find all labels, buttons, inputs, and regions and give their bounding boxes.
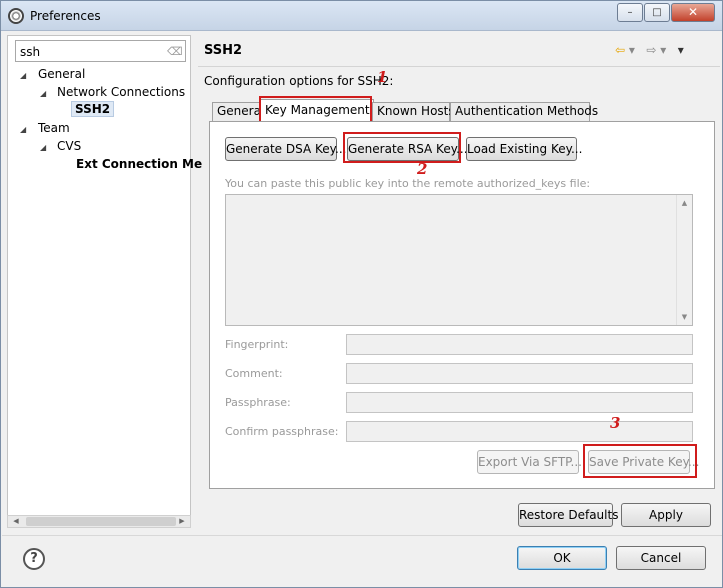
fingerprint-field[interactable] (346, 334, 693, 355)
expand-arrow-icon[interactable]: ◢ (20, 71, 26, 80)
key-management-panel: Generate DSA Key... Generate RSA Key... … (209, 121, 715, 489)
page-title: SSH2 (204, 43, 243, 58)
annotation-number-3: 3 (610, 414, 621, 432)
scroll-up-icon[interactable]: ▲ (677, 197, 692, 209)
close-button[interactable]: ✕ (671, 3, 715, 22)
tree-item-team[interactable]: Team (38, 121, 70, 135)
tree-item-general[interactable]: General (38, 67, 85, 81)
help-icon[interactable]: ? (23, 548, 45, 570)
public-key-textarea[interactable]: ▲ ▼ (225, 194, 693, 326)
forward-menu-icon[interactable]: ▾ (660, 43, 666, 57)
expand-arrow-icon[interactable]: ◢ (40, 89, 46, 98)
apply-button[interactable]: Apply (621, 503, 711, 527)
dialog-button-bar: ? OK Cancel (2, 535, 722, 587)
annotation-box-2 (343, 132, 461, 163)
preference-tree-pane: ssh ⌫ ◢ General ◢ Network Connections SS… (7, 35, 202, 527)
tree-item-ssh2[interactable]: SSH2 (71, 101, 115, 117)
tab-general[interactable]: General (212, 102, 264, 121)
forward-arrow-icon[interactable]: ⇨ (646, 43, 656, 57)
scrollbar-thumb[interactable] (26, 517, 176, 526)
tab-authentication-methods[interactable]: Authentication Methods (450, 102, 598, 121)
tree-item-network-connections[interactable]: Network Connections (57, 85, 185, 99)
generate-dsa-key-button[interactable]: Generate DSA Key... (225, 137, 346, 161)
title-separator (198, 66, 720, 67)
public-key-hint: You can paste this public key into the r… (225, 177, 591, 190)
filter-text: ssh (20, 45, 41, 59)
page-navigation: ⇦ ▾ ⇨ ▾ ▾ (615, 43, 684, 57)
comment-field[interactable] (346, 363, 693, 384)
restore-defaults-button[interactable]: Restore Defaults (518, 503, 618, 527)
scroll-down-icon[interactable]: ▼ (677, 311, 692, 323)
passphrase-label: Passphrase: (225, 396, 291, 409)
window-title: Preferences (30, 9, 101, 23)
scroll-left-icon[interactable]: ◀ (10, 516, 22, 527)
annotation-number-1: 1 (377, 68, 388, 86)
ok-button[interactable]: OK (517, 546, 607, 570)
maximize-button[interactable]: □ (644, 3, 670, 22)
filter-input[interactable]: ssh ⌫ (15, 40, 186, 62)
comment-label: Comment: (225, 367, 283, 380)
cancel-button[interactable]: Cancel (616, 546, 706, 570)
confirm-passphrase-field[interactable] (346, 421, 693, 442)
tree-item-cvs[interactable]: CVS (57, 139, 81, 153)
tree-horizontal-scrollbar[interactable]: ◀ ▶ (7, 515, 191, 528)
confirm-passphrase-label: Confirm passphrase: (225, 425, 339, 438)
view-menu-icon[interactable]: ▾ (678, 43, 684, 57)
load-existing-key-button[interactable]: Load Existing Key... (466, 137, 582, 161)
preferences-window: Preferences – □ ✕ ssh ⌫ ◢ General ◢ Netw… (0, 0, 723, 588)
back-arrow-icon[interactable]: ⇦ (615, 43, 625, 57)
minimize-button[interactable]: – (617, 3, 643, 22)
eclipse-app-icon (8, 8, 24, 24)
expand-arrow-icon[interactable]: ◢ (20, 125, 26, 134)
expand-arrow-icon[interactable]: ◢ (40, 143, 46, 152)
annotation-number-2: 2 (417, 160, 428, 178)
title-bar[interactable]: Preferences – □ ✕ (1, 1, 722, 31)
tab-known-hosts[interactable]: Known Hosts (372, 102, 455, 121)
clear-filter-icon[interactable]: ⌫ (167, 45, 183, 58)
scroll-right-icon[interactable]: ▶ (176, 516, 188, 527)
annotation-box-3 (583, 444, 697, 478)
export-via-sftp-button[interactable]: Export Via SFTP... (477, 450, 582, 474)
config-description: Configuration options for SSH2: (204, 74, 394, 88)
passphrase-field[interactable] (346, 392, 693, 413)
fingerprint-label: Fingerprint: (225, 338, 289, 351)
back-menu-icon[interactable]: ▾ (629, 43, 635, 57)
tree-item-ext-connection[interactable]: Ext Connection Me (76, 157, 202, 171)
textarea-scrollbar[interactable]: ▲ ▼ (676, 195, 692, 325)
preference-page: SSH2 ⇦ ▾ ⇨ ▾ ▾ Configuration options for… (195, 35, 720, 533)
